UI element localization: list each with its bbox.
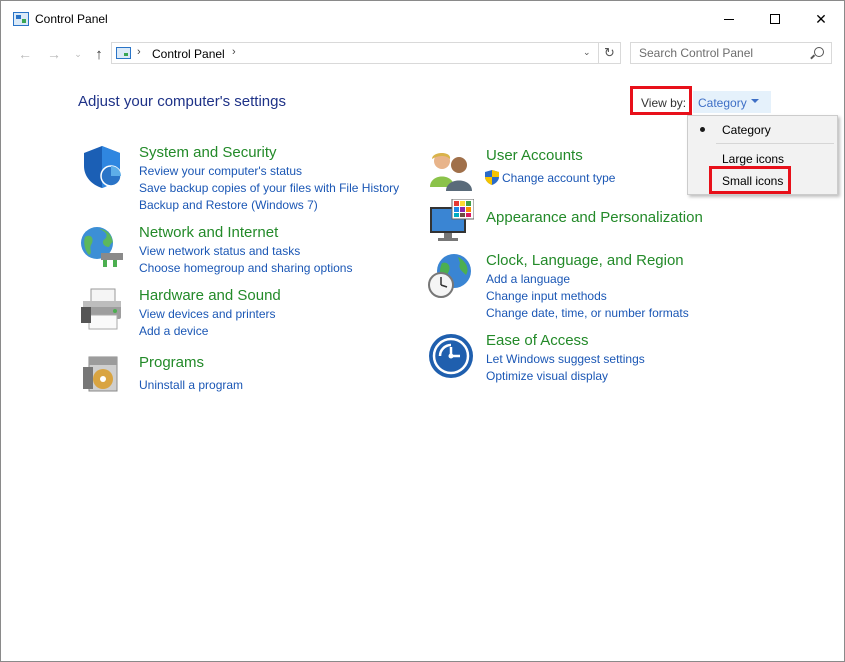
menu-item-large-icons[interactable]: Large icons [722,152,784,166]
control-panel-location-icon [116,47,131,59]
link-file-history[interactable]: Save backup copies of your files with Fi… [139,181,399,195]
category-programs[interactable]: Programs [139,354,204,371]
small-icons-highlight [709,166,791,194]
back-arrow-icon: ← [18,46,32,62]
search-icon[interactable] [814,47,824,57]
close-icon: ✕ [815,10,827,27]
address-bar[interactable]: › Control Panel › ⌄ [111,42,599,64]
up-arrow-icon: ↑ [95,45,103,63]
category-user-accounts[interactable]: User Accounts [486,147,583,164]
minimize-button[interactable] [706,1,752,37]
link-homegroup[interactable]: Choose homegroup and sharing options [139,261,352,275]
link-add-language[interactable]: Add a language [486,272,570,286]
users-icon[interactable] [428,147,474,193]
forward-button[interactable]: → [43,45,65,63]
menu-item-category[interactable]: Category [722,123,771,137]
link-optimize-visual-display[interactable]: Optimize visual display [486,369,608,383]
category-clock-language-region[interactable]: Clock, Language, and Region [486,252,684,269]
dropdown-arrow-icon [751,99,759,103]
close-button[interactable]: ✕ [798,1,844,37]
search-input[interactable] [631,43,811,63]
control-panel-app-icon [13,12,29,26]
link-network-status[interactable]: View network status and tasks [139,244,300,258]
category-hardware-sound[interactable]: Hardware and Sound [139,287,281,304]
window-title: Control Panel [35,12,108,26]
control-panel-window: Control Panel ✕ ← → ⌄ ↑ › Control Panel … [0,0,845,662]
maximize-button[interactable] [752,1,798,37]
breadcrumb-chevron-icon[interactable]: › [137,46,141,58]
category-appearance-personalization[interactable]: Appearance and Personalization [486,209,703,226]
search-box[interactable] [630,42,832,64]
recent-locations-button[interactable]: ⌄ [67,45,89,63]
selected-bullet-icon [700,127,705,132]
link-backup-restore[interactable]: Backup and Restore (Windows 7) [139,198,318,212]
refresh-button[interactable]: ↻ [599,42,621,64]
page-title: Adjust your computer's settings [78,93,286,110]
address-dropdown-icon[interactable]: ⌄ [583,47,591,58]
link-change-account-type[interactable]: Change account type [502,171,615,185]
menu-separator [716,143,834,144]
link-suggest-settings[interactable]: Let Windows suggest settings [486,352,645,366]
title-bar: Control Panel ✕ [1,1,844,37]
chevron-down-icon: ⌄ [74,48,82,59]
link-devices-printers[interactable]: View devices and printers [139,307,276,321]
link-input-methods[interactable]: Change input methods [486,289,607,303]
link-date-time-formats[interactable]: Change date, time, or number formats [486,306,689,320]
view-by-dropdown[interactable]: Category [693,91,771,113]
up-button[interactable]: ↑ [88,45,110,63]
forward-arrow-icon: → [47,46,61,62]
refresh-icon: ↻ [604,45,615,60]
minimize-icon [724,18,734,20]
globe-network-icon[interactable] [79,223,125,269]
category-ease-of-access[interactable]: Ease of Access [486,332,589,349]
back-button[interactable]: ← [14,45,36,63]
category-system-security[interactable]: System and Security [139,144,277,161]
category-network-internet[interactable]: Network and Internet [139,224,278,241]
ease-of-access-icon[interactable] [428,333,474,379]
link-review-status[interactable]: Review your computer's status [139,164,302,178]
printer-icon[interactable] [79,287,125,333]
clock-globe-icon[interactable] [426,253,472,299]
maximize-icon [770,14,780,24]
breadcrumb-chevron-icon[interactable]: › [232,46,236,58]
view-by-selected-value: Category [698,96,747,110]
view-by-highlight [630,86,692,115]
link-uninstall-program[interactable]: Uninstall a program [139,378,243,392]
uac-shield-icon [485,170,499,185]
shield-icon[interactable] [79,144,125,190]
monitor-palette-icon[interactable] [428,199,474,245]
programs-icon[interactable] [81,351,127,397]
breadcrumb-control-panel[interactable]: Control Panel [152,47,225,61]
link-add-device[interactable]: Add a device [139,324,208,338]
